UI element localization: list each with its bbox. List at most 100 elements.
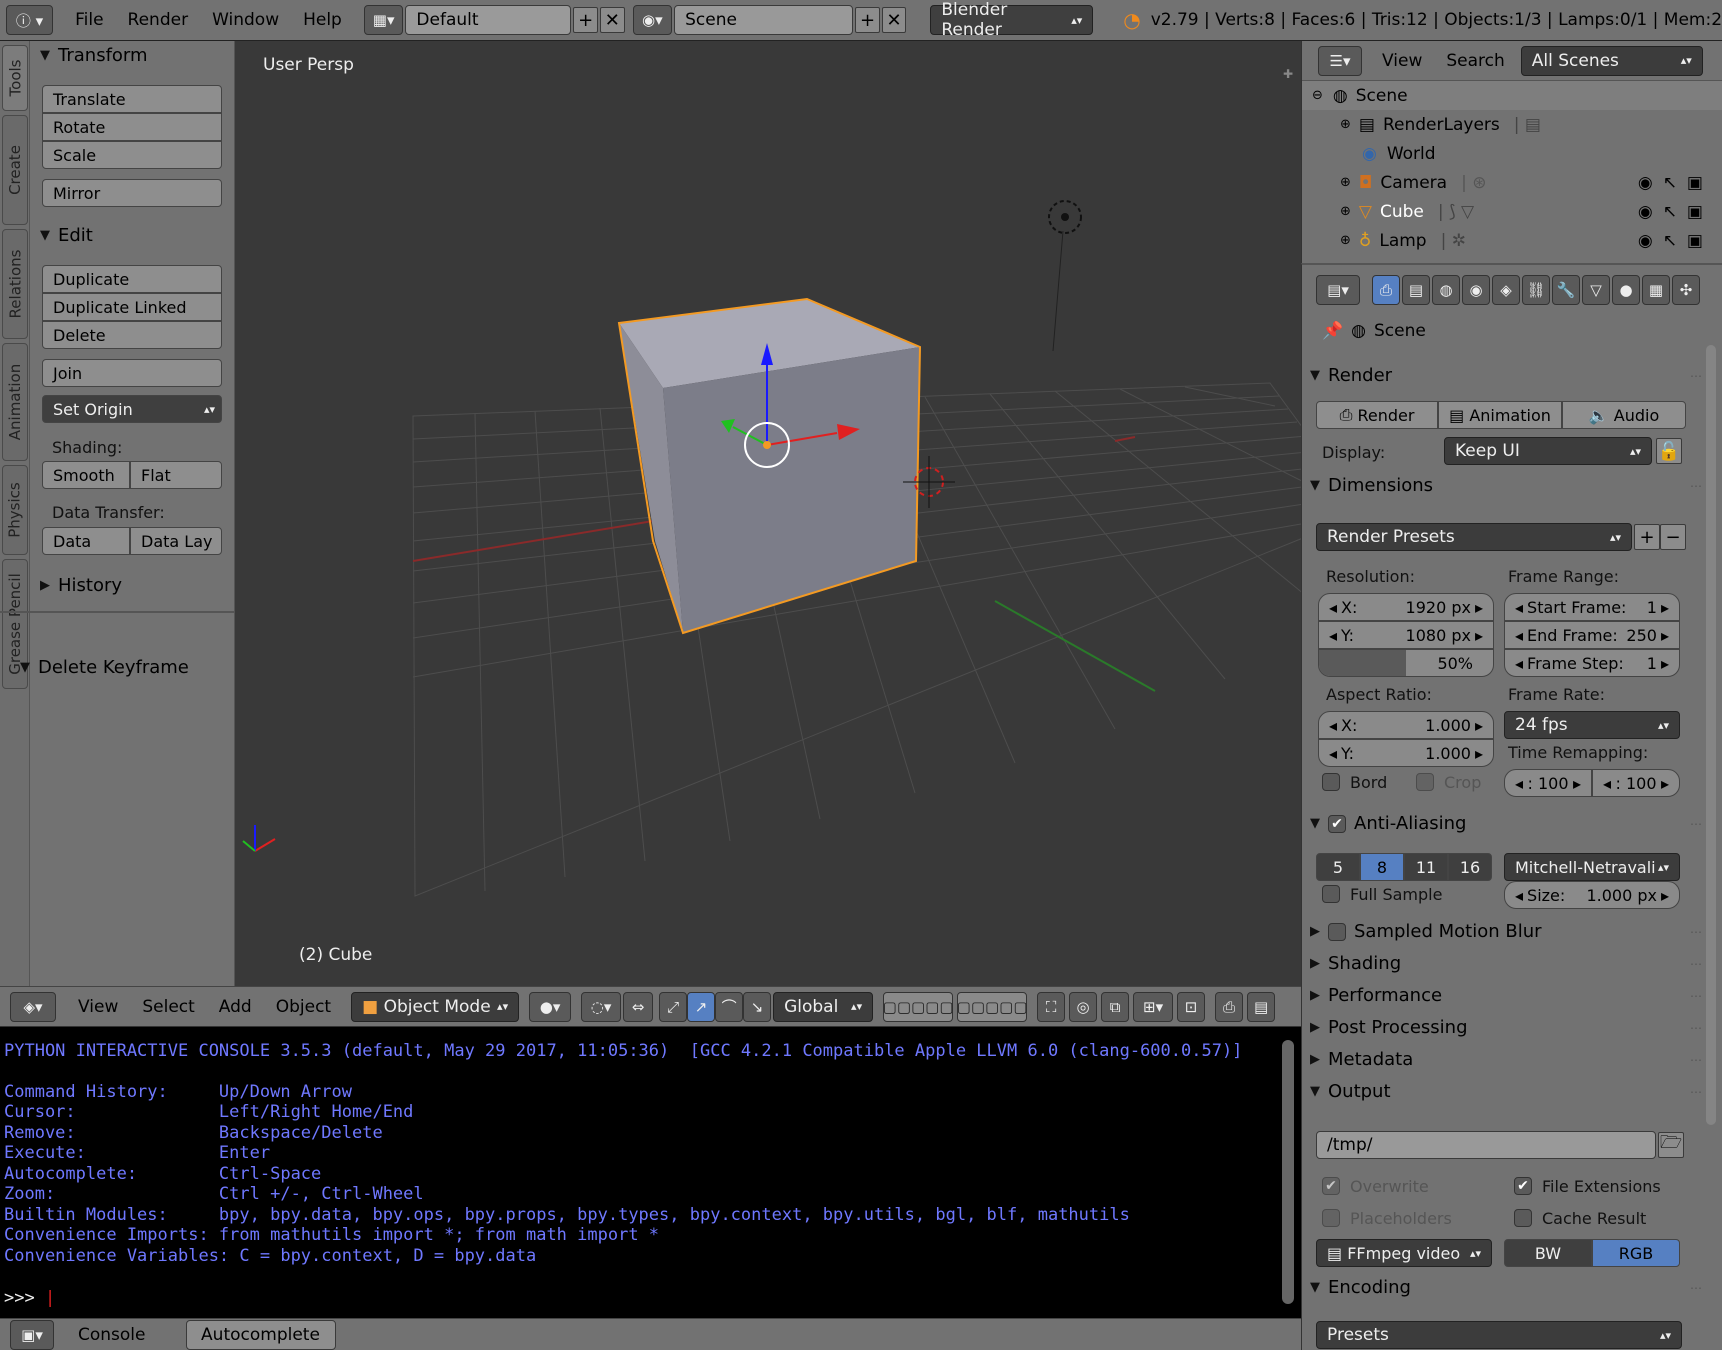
object-context-icon[interactable]: ◈ — [1492, 275, 1520, 305]
screen-layout-field[interactable]: Default — [405, 5, 572, 35]
decrement-icon[interactable]: ◂ — [1603, 774, 1611, 793]
decrement-icon[interactable]: ◂ — [1329, 626, 1337, 645]
display-mode-select[interactable]: All Scenes ▴▾ — [1520, 45, 1703, 76]
menu-add[interactable]: Add — [207, 997, 264, 1017]
transform-panel-header[interactable]: ▼ Transform — [30, 41, 148, 69]
snap-element-icon[interactable]: ⊞▾ — [1133, 991, 1174, 1022]
operator-panel-header[interactable]: ▼ Delete Keyframe — [10, 653, 189, 681]
scene-icon[interactable]: ◉▾ — [632, 5, 673, 35]
particles-context-icon[interactable]: ✣ — [1672, 275, 1700, 305]
menu-object[interactable]: Object — [264, 997, 343, 1017]
increment-icon[interactable]: ▸ — [1475, 626, 1483, 645]
anti-aliasing-checkbox[interactable]: ✔ — [1328, 814, 1346, 833]
proportional-edit-icon[interactable]: ◎ — [1069, 991, 1098, 1022]
scale-manipulator-icon[interactable]: ⌒ — [715, 991, 744, 1022]
data-layout-button[interactable]: Data Lay — [130, 527, 222, 555]
audio-button[interactable]: 🔈 Audio — [1562, 401, 1686, 429]
render-anim-icon[interactable]: ▤ — [1247, 991, 1276, 1022]
mirror-button[interactable]: Mirror — [42, 179, 222, 207]
aa-samples-16[interactable]: 16 — [1448, 853, 1492, 881]
outliner-row-lamp[interactable]: ⊕ ♁ Lamp | ✲ ◉↖▣ — [1302, 226, 1722, 255]
console-scrollbar[interactable] — [1282, 1040, 1294, 1304]
aspect-y-field[interactable]: ◂ Y: 1.000 ▸ — [1318, 739, 1494, 767]
tab-relations[interactable]: Relations — [2, 229, 28, 339]
outliner-row-world[interactable]: ◉ World — [1302, 139, 1722, 168]
python-console[interactable]: PYTHON INTERACTIVE CONSOLE 3.5.3 (defaul… — [0, 1026, 1301, 1318]
decrement-icon[interactable]: ◂ — [1329, 716, 1337, 735]
scene-field[interactable]: Scene — [674, 5, 854, 35]
folder-icon[interactable]: 🗁 — [1658, 1132, 1684, 1158]
render-context-icon[interactable]: ⎙ — [1372, 275, 1400, 305]
orientation-select[interactable]: Global ▴▾ — [773, 991, 874, 1022]
snap-target-icon[interactable]: ⊡ — [1177, 991, 1206, 1022]
output-path-input[interactable]: /tmp/ — [1316, 1131, 1656, 1159]
layers-grid-left[interactable]: ▢▢▢▢▢ — [883, 991, 954, 1022]
drag-handle-icon[interactable]: ⋯ — [1690, 925, 1702, 939]
tab-create[interactable]: Create — [2, 115, 28, 225]
animation-button[interactable]: ▤ Animation — [1438, 401, 1562, 429]
outliner-row-cube[interactable]: ⊕ ▽ Cube | ⟆ ▽ ◉↖▣ — [1302, 197, 1722, 226]
full-sample-checkbox[interactable] — [1322, 885, 1340, 903]
duplicate-linked-button[interactable]: Duplicate Linked — [42, 293, 222, 321]
screen-layout-icon[interactable]: ▦▾ — [363, 5, 404, 35]
menu-render[interactable]: Render — [116, 10, 201, 30]
tab-animation[interactable]: Animation — [2, 343, 28, 461]
drag-handle-icon[interactable]: ⋯ — [1690, 369, 1702, 383]
resolution-percentage-slider[interactable]: 50% — [1318, 649, 1494, 677]
editor-type-cube-icon[interactable]: ◈▾ — [10, 991, 56, 1022]
file-format-select[interactable]: ▤ FFmpeg video ▴▾ — [1316, 1239, 1492, 1267]
add-layout-icon[interactable]: + — [573, 7, 598, 33]
modifiers-context-icon[interactable]: 🔧 — [1552, 275, 1580, 305]
start-frame-field[interactable]: ◂ Start Frame: 1 ▸ — [1504, 593, 1680, 621]
transform-orientation-icon[interactable]: ↘ — [743, 991, 772, 1022]
remove-layout-icon[interactable]: ✕ — [599, 7, 625, 33]
aa-samples-8[interactable]: 8 — [1360, 853, 1404, 881]
render-presets-select[interactable]: Render Presets ▴▾ — [1316, 523, 1632, 551]
set-origin-select[interactable]: Set Origin ▴▾ — [42, 395, 222, 423]
mode-select[interactable]: ■ Object Mode ▴▾ — [351, 991, 520, 1022]
resolution-x-field[interactable]: ◂ X: 1920 px ▸ — [1318, 593, 1494, 621]
outliner-menu-search[interactable]: Search — [1434, 51, 1516, 71]
autocomplete-button[interactable]: Autocomplete — [185, 1319, 336, 1350]
menu-help[interactable]: Help — [291, 10, 354, 30]
decrement-icon[interactable]: ◂ — [1515, 654, 1523, 673]
constraints-context-icon[interactable]: ⛓ — [1522, 275, 1550, 305]
material-context-icon[interactable]: ● — [1612, 275, 1640, 305]
info-editor-type-button[interactable]: ⓘ ▾ — [6, 5, 54, 35]
visibility-icons[interactable]: ◉↖▣ — [1638, 231, 1713, 251]
add-preset-icon[interactable]: + — [1634, 524, 1660, 550]
outliner-row-renderlayers[interactable]: ⊕ ▤ RenderLayers | ▤ — [1302, 110, 1722, 139]
tab-tools[interactable]: Tools — [2, 45, 28, 111]
viewport-shading-icon[interactable]: ●▾ — [529, 991, 572, 1022]
drag-handle-icon[interactable]: ⋯ — [1690, 957, 1702, 971]
add-scene-icon[interactable]: + — [855, 7, 880, 33]
cache-result-checkbox[interactable] — [1514, 1209, 1532, 1227]
drag-handle-icon[interactable]: ⋯ — [1690, 989, 1702, 1003]
manipulator-toggle-icon[interactable]: ⇔ — [623, 991, 654, 1022]
lock-interface-icon[interactable]: 🔓 — [1656, 438, 1682, 464]
output-section-header[interactable]: ▼ Output ⋯ — [1310, 1081, 1710, 1102]
pin-icon[interactable]: 📌 — [1322, 321, 1343, 341]
remove-scene-icon[interactable]: ✕ — [881, 7, 907, 33]
world-context-icon[interactable]: ◉ — [1462, 275, 1490, 305]
translate-button[interactable]: Translate — [42, 85, 222, 113]
decrement-icon[interactable]: ◂ — [1515, 626, 1523, 645]
motion-blur-checkbox[interactable] — [1328, 922, 1346, 941]
increment-icon[interactable]: ▸ — [1475, 716, 1483, 735]
smooth-button[interactable]: Smooth — [42, 461, 130, 489]
outliner-menu-view[interactable]: View — [1370, 51, 1434, 71]
frame-rate-select[interactable]: 24 fps ▴▾ — [1504, 711, 1680, 739]
properties-editor-type-icon[interactable]: ▤▾ — [1316, 275, 1360, 305]
menu-window[interactable]: Window — [200, 10, 291, 30]
console-editor-type-icon[interactable]: ▣▾ — [10, 1319, 54, 1350]
border-checkbox[interactable] — [1322, 773, 1340, 791]
outliner-row-scene[interactable]: ⊖ ◍ Scene — [1302, 81, 1722, 110]
dimensions-section-header[interactable]: ▼ Dimensions ⋯ — [1310, 475, 1710, 496]
filter-size-field[interactable]: ◂ Size: 1.000 px ▸ — [1504, 881, 1680, 909]
shading-section-header[interactable]: ▶ Shading ⋯ — [1310, 953, 1710, 974]
data-context-icon[interactable]: ▽ — [1582, 275, 1610, 305]
visibility-icons[interactable]: ◉↖▣ — [1638, 173, 1713, 193]
outliner-row-camera[interactable]: ⊕ ◘ Camera | ⊛ ◉↖▣ — [1302, 168, 1722, 197]
menu-select[interactable]: Select — [130, 997, 206, 1017]
performance-section-header[interactable]: ▶ Performance ⋯ — [1310, 985, 1710, 1006]
